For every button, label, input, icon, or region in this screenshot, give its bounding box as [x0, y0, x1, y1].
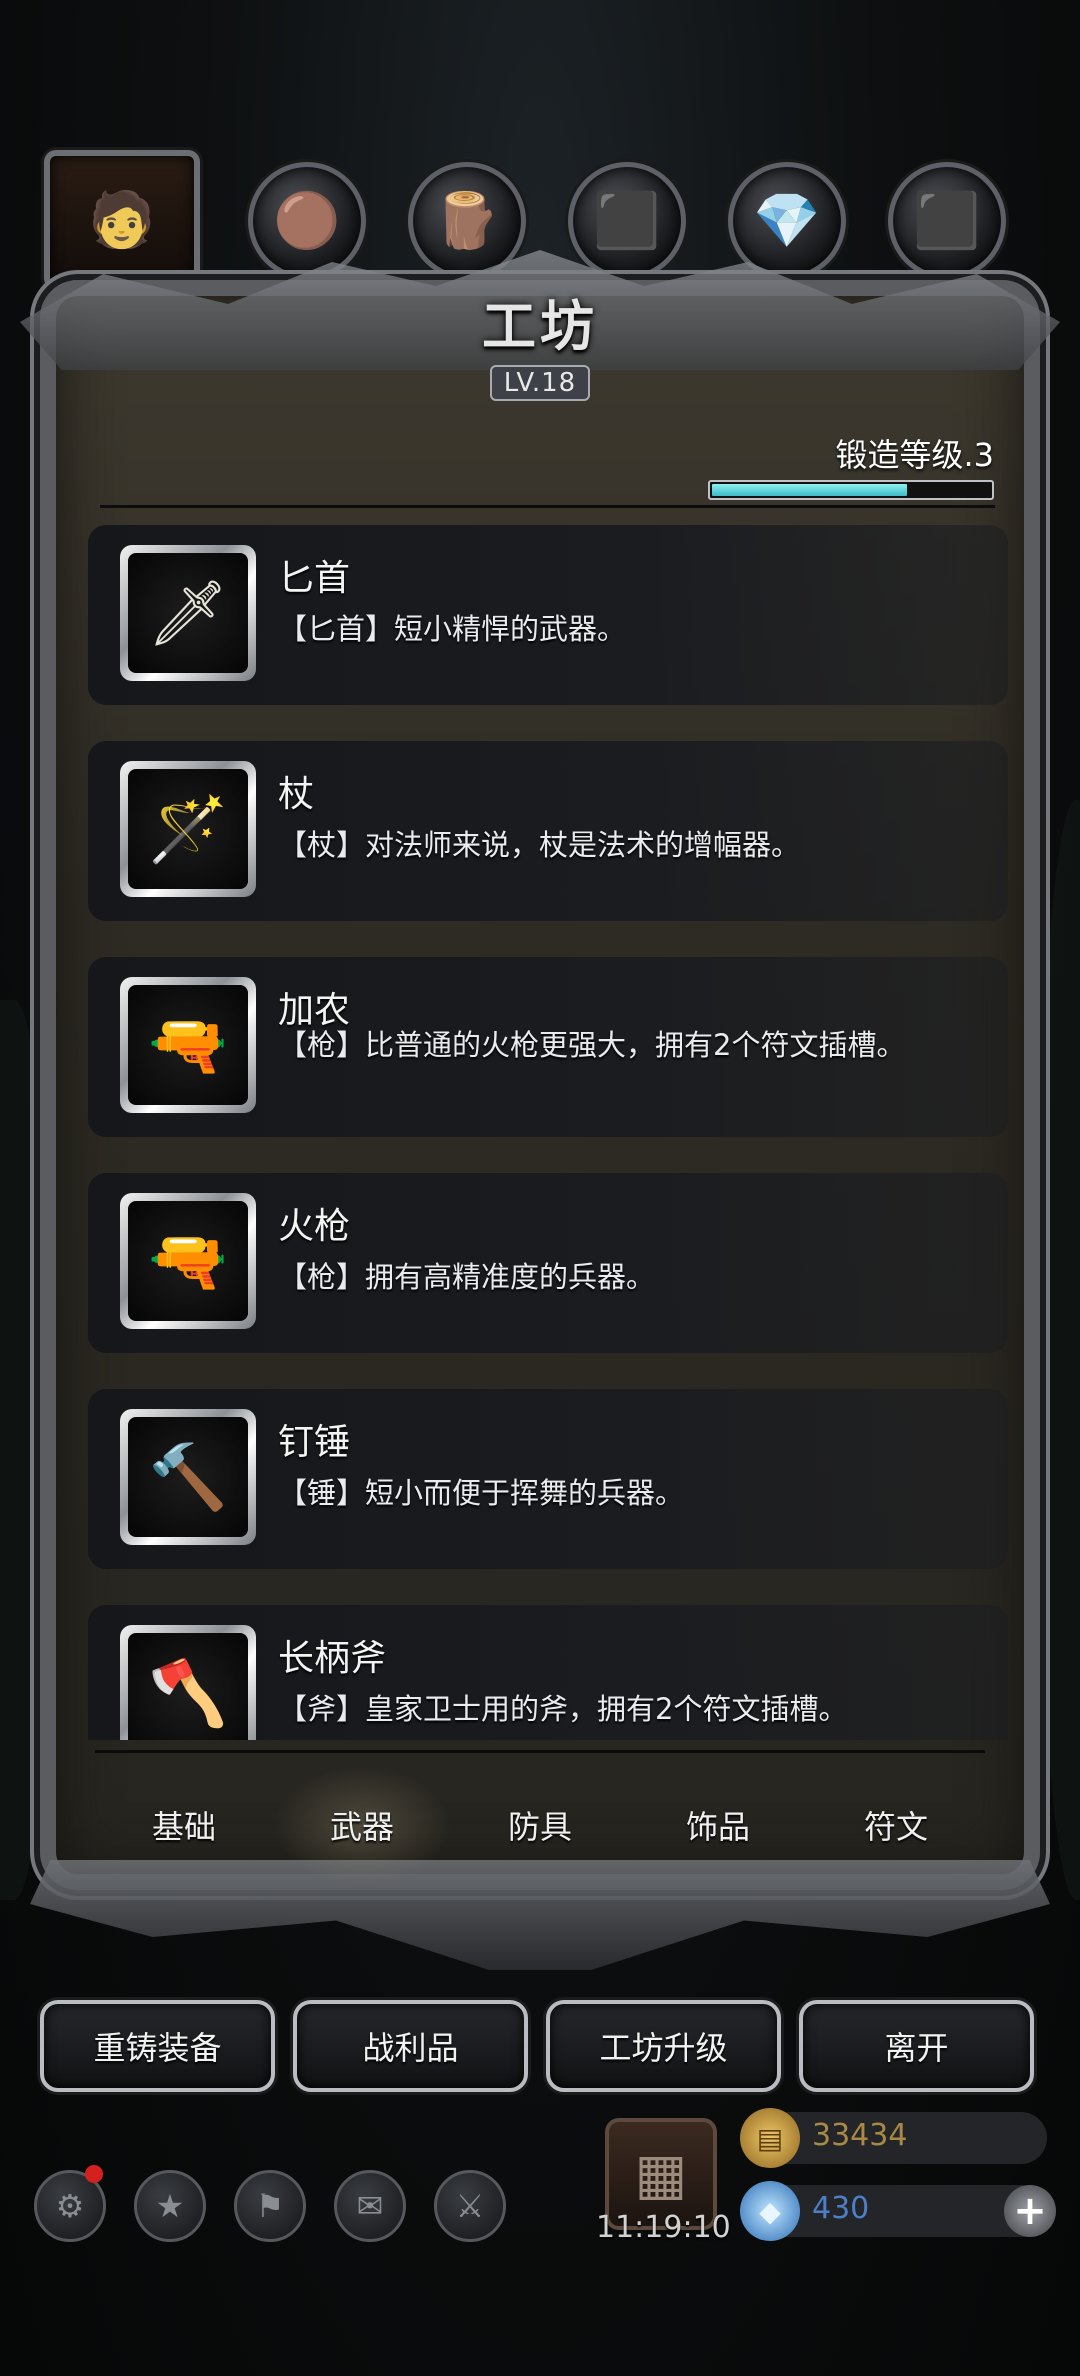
- gem-value: 430: [812, 2191, 870, 2226]
- steel-material-icon: ⬛: [913, 189, 981, 252]
- item-slot: 🔫: [120, 977, 256, 1113]
- tab-weapons[interactable]: 武器: [273, 1765, 451, 1885]
- item-slot: 🗡: [120, 545, 256, 681]
- workshop-level-badge: LV.18: [489, 365, 591, 401]
- title-plate: 工坊 LV.18: [410, 282, 670, 401]
- item-name: 匕首: [278, 558, 351, 599]
- battle-icon[interactable]: ⚔: [434, 2170, 506, 2242]
- item-desc: 【枪】比普通的火枪更强大，拥有2个符文插槽。: [278, 1028, 906, 1062]
- mace-icon: 🔨: [128, 1417, 248, 1537]
- tab-leather[interactable]: 🟤: [248, 162, 366, 280]
- item-name: 杖: [278, 774, 315, 815]
- tab-steel[interactable]: ⬛: [888, 162, 1006, 280]
- leather-material-icon: 🟤: [273, 189, 341, 252]
- gold-icon: ▤: [740, 2108, 800, 2168]
- item-name: 长柄斧: [278, 1638, 387, 1679]
- iron-material-icon: ⬛: [593, 189, 661, 252]
- list-item[interactable]: 🪓 长柄斧 【斧】皇家卫士用的斧，拥有2个符文插槽。: [88, 1605, 1008, 1740]
- action-buttons: 重铸装备 战利品 工坊升级 离开: [40, 2000, 1040, 2096]
- loot-button[interactable]: 战利品: [293, 2000, 528, 2092]
- item-slot: 🔨: [120, 1409, 256, 1545]
- achievement-icon[interactable]: ★: [134, 2170, 206, 2242]
- category-tabs: 基础 武器 防具 饰品 符文: [95, 1765, 985, 1885]
- wood-material-icon: 🪵: [433, 189, 501, 252]
- item-desc: 【枪】拥有高精准度的兵器。: [278, 1260, 656, 1294]
- gold-value: 33434: [812, 2118, 908, 2153]
- tab-crystal[interactable]: 💎: [728, 162, 846, 280]
- pistol-icon: 🔫: [128, 1201, 248, 1321]
- list-item[interactable]: 🔫 火枪 【枪】拥有高精准度的兵器。: [88, 1173, 1008, 1353]
- chest-timer: 11:19:10: [596, 2210, 731, 2245]
- item-desc: 【锤】短小而便于挥舞的兵器。: [278, 1476, 685, 1510]
- cannon-rifle-icon: 🔫: [128, 985, 248, 1105]
- guild-icon[interactable]: ⚑: [234, 2170, 306, 2242]
- tab-basic[interactable]: 基础: [95, 1765, 273, 1885]
- item-slot: 🪓: [120, 1625, 256, 1740]
- gold-counter: ▤ 33434: [740, 2108, 1047, 2168]
- forge-level-label: 锻造等级.3: [835, 436, 994, 474]
- tab-iron[interactable]: ⬛: [568, 162, 686, 280]
- gem-icon: ◆: [740, 2181, 800, 2241]
- leave-button[interactable]: 离开: [799, 2000, 1034, 2092]
- list-item[interactable]: 🔨 钉锤 【锤】短小而便于挥舞的兵器。: [88, 1389, 1008, 1569]
- list-item[interactable]: 🔫 加农 【枪】比普通的火枪更强大，拥有2个符文插槽。: [88, 957, 1008, 1137]
- notification-dot: [85, 2165, 103, 2183]
- item-desc: 【斧】皇家卫士用的斧，拥有2个符文插槽。: [278, 1692, 848, 1726]
- tab-crafter[interactable]: 🧑: [44, 150, 200, 290]
- item-name: 火枪: [278, 1206, 351, 1247]
- dagger-icon: 🗡: [128, 553, 248, 673]
- tab-accessories[interactable]: 饰品: [629, 1765, 807, 1885]
- divider: [100, 505, 995, 508]
- item-slot: 🪄: [120, 761, 256, 897]
- forge-progress-bar: [708, 480, 994, 500]
- item-desc: 【杖】对法师来说，杖是法术的增幅器。: [278, 828, 801, 862]
- item-desc: 【匕首】短小精悍的武器。: [278, 612, 627, 646]
- add-currency-button[interactable]: +: [1004, 2185, 1056, 2237]
- list-item[interactable]: 🪄 杖 【杖】对法师来说，杖是法术的增幅器。: [88, 741, 1008, 921]
- mail-icon[interactable]: ✉: [334, 2170, 406, 2242]
- page-title: 工坊: [482, 294, 598, 358]
- reforge-button[interactable]: 重铸装备: [40, 2000, 275, 2092]
- recipe-list[interactable]: 🗡 匕首 【匕首】短小精悍的武器。 🪄 杖 【杖】对法师来说，杖是法术的增幅器。…: [88, 525, 1008, 1740]
- crafter-portrait-icon: 🧑: [88, 188, 156, 251]
- staff-icon: 🪄: [128, 769, 248, 889]
- tab-runes[interactable]: 符文: [807, 1765, 985, 1885]
- gem-counter: ◆ 430: [740, 2181, 1047, 2241]
- upgrade-workshop-button[interactable]: 工坊升级: [546, 2000, 781, 2092]
- halberd-icon: 🪓: [128, 1633, 248, 1740]
- crystal-material-icon: 💎: [753, 189, 821, 252]
- divider: [95, 1750, 985, 1753]
- tab-armor[interactable]: 防具: [451, 1765, 629, 1885]
- forge-progress-fill: [712, 484, 907, 496]
- item-slot: 🔫: [120, 1193, 256, 1329]
- item-name: 钉锤: [278, 1422, 351, 1463]
- list-item[interactable]: 🗡 匕首 【匕首】短小精悍的武器。: [88, 525, 1008, 705]
